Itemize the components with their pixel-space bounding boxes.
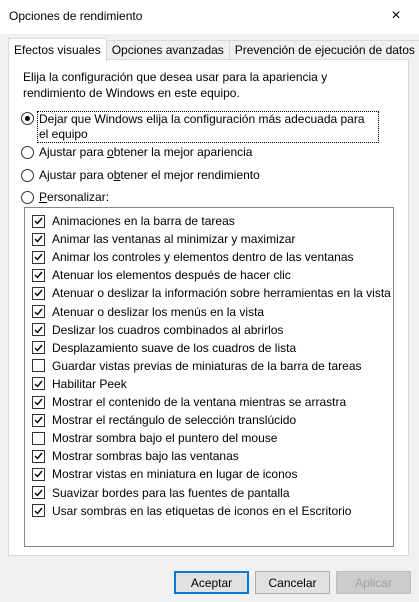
checkbox-checked[interactable] (32, 323, 45, 337)
effect-label: Animar los controles y elementos dentro … (52, 250, 354, 265)
checkbox-unchecked[interactable] (32, 431, 45, 445)
intro-text: Elija la configuración que desea usar pa… (23, 70, 328, 100)
checkbox-checked[interactable] (32, 341, 45, 355)
effect-label: Guardar vistas previas de miniaturas de … (52, 358, 362, 373)
effect-option[interactable]: Mostrar vistas en miniatura en lugar de … (32, 465, 297, 483)
effect-option[interactable]: Guardar vistas previas de miniaturas de … (32, 357, 362, 375)
checkbox-checked[interactable] (32, 214, 45, 228)
visual-effects-list[interactable]: Animaciones en la barra de tareas Animar … (24, 207, 394, 547)
checkbox-checked[interactable] (32, 449, 45, 463)
checkbox-checked[interactable] (32, 377, 45, 391)
close-icon[interactable]: × (373, 0, 419, 31)
effect-option[interactable]: Atenuar o deslizar la información sobre … (32, 284, 391, 302)
effect-option[interactable]: Deslizar los cuadros combinados al abrir… (32, 321, 283, 339)
effect-option[interactable]: Desplazamiento suave de los cuadros de l… (32, 339, 296, 357)
effect-option[interactable]: Animaciones en la barra de tareas (32, 212, 235, 230)
effect-label: Mostrar sombras bajo las ventanas (52, 449, 239, 464)
checkbox-checked[interactable] (32, 467, 45, 481)
effect-label: Atenuar o deslizar los menús en la vista (52, 304, 265, 319)
radio-best-performance[interactable]: Ajustar para obtener el mejor rendimient… (21, 168, 260, 183)
title-bar: Opciones de rendimiento × (0, 0, 419, 34)
effect-option[interactable]: Animar las ventanas al minimizar y maxim… (32, 230, 295, 248)
effect-label: Animar las ventanas al minimizar y maxim… (52, 232, 296, 247)
checkbox-checked[interactable] (32, 250, 45, 264)
effect-option[interactable]: Atenuar o deslizar los menús en la vista (32, 303, 264, 321)
radio-custom[interactable]: Personalizar: (21, 190, 109, 205)
radio-button[interactable] (21, 146, 34, 159)
effect-label: Habilitar Peek (52, 376, 127, 391)
checkbox-checked[interactable] (32, 413, 45, 427)
effect-option[interactable]: Mostrar sombras bajo las ventanas (32, 447, 239, 465)
checkbox-checked[interactable] (32, 268, 45, 282)
effect-option[interactable]: Atenuar los elementos después de hacer c… (32, 266, 291, 284)
radio-label: Dejar que Windows elija la configuración… (37, 111, 379, 143)
radio-button[interactable] (21, 169, 34, 182)
effect-label: Deslizar los cuadros combinados al abrir… (52, 322, 284, 337)
effect-label: Animaciones en la barra de tareas (52, 214, 235, 228)
window-title: Opciones de rendimiento (9, 9, 143, 23)
radio-label: Personalizar: (39, 190, 110, 204)
effect-label: Atenuar o deslizar la información sobre … (52, 286, 391, 301)
effect-label: Mostrar sombra bajo el puntero del mouse (52, 431, 278, 446)
effect-label: Mostrar vistas en miniatura en lugar de … (52, 467, 298, 482)
radio-let-windows-choose[interactable]: Dejar que Windows elija la configuración… (21, 111, 379, 143)
effect-label: Usar sombras en las etiquetas de iconos … (52, 503, 352, 518)
tab-visual-effects[interactable]: Efectos visuales (8, 38, 107, 62)
checkbox-checked[interactable] (32, 286, 45, 300)
tab-strip: Efectos visuales Opciones avanzadas Prev… (8, 38, 419, 62)
checkbox-checked[interactable] (32, 305, 45, 318)
effect-option[interactable]: Habilitar Peek (32, 375, 127, 393)
effect-option[interactable]: Mostrar sombra bajo el puntero del mouse (32, 429, 277, 447)
effect-option[interactable]: Suavizar bordes para las fuentes de pant… (32, 484, 290, 502)
radio-label: Ajustar para obtener el mejor rendimient… (39, 168, 260, 182)
effect-label: Mostrar el rectángulo de selección trans… (52, 413, 297, 428)
effect-option[interactable]: Usar sombras en las etiquetas de iconos … (32, 502, 351, 520)
checkbox-checked[interactable] (32, 486, 45, 499)
effect-label: Mostrar el contenido de la ventana mient… (52, 395, 347, 409)
checkbox-checked[interactable] (32, 232, 45, 246)
radio-button[interactable] (21, 191, 34, 204)
tab-data-execution-prevention[interactable]: Prevención de ejecución de datos (228, 40, 419, 61)
checkbox-checked[interactable] (32, 395, 45, 409)
effect-label: Desplazamiento suave de los cuadros de l… (52, 340, 297, 355)
checkbox-unchecked[interactable] (32, 359, 45, 373)
tab-advanced-options[interactable]: Opciones avanzadas (105, 40, 230, 61)
effect-option[interactable]: Animar los controles y elementos dentro … (32, 248, 354, 266)
effect-label: Suavizar bordes para las fuentes de pant… (52, 485, 290, 500)
effect-option[interactable]: Mostrar el contenido de la ventana mient… (32, 393, 346, 411)
radio-label: Ajustar para obtener la mejor apariencia (39, 145, 253, 159)
apply-button: Aplicar (336, 571, 411, 594)
radio-best-appearance[interactable]: Ajustar para obtener la mejor apariencia (21, 145, 252, 160)
effect-label: Atenuar los elementos después de hacer c… (52, 268, 291, 283)
cancel-button[interactable]: Cancelar (255, 571, 330, 594)
accept-button[interactable]: Aceptar (174, 571, 249, 594)
radio-button-selected[interactable] (21, 112, 34, 125)
checkbox-checked[interactable] (32, 504, 45, 518)
effect-option[interactable]: Mostrar el rectángulo de selección trans… (32, 411, 296, 429)
